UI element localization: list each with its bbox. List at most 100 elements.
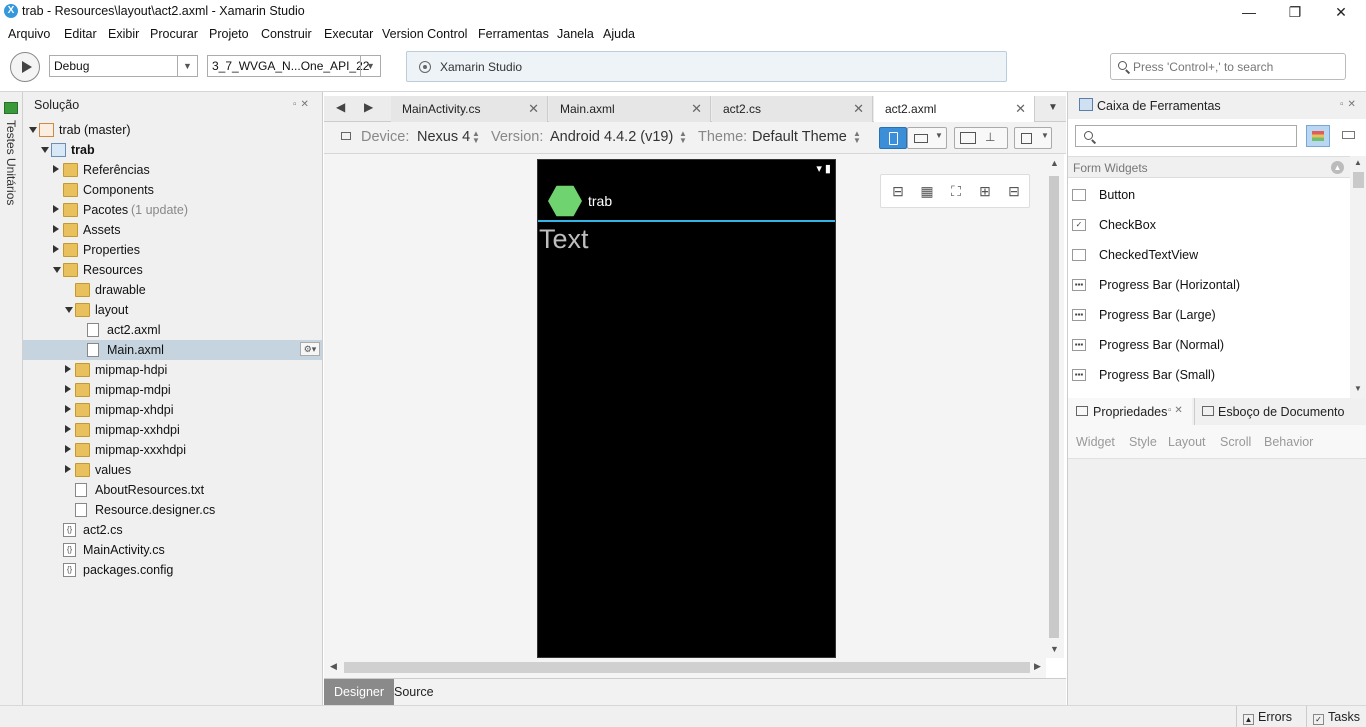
portrait-button[interactable]	[879, 127, 907, 149]
zoom-layout-icon[interactable]: ⊟	[890, 183, 906, 199]
tab-source[interactable]: Source	[384, 679, 444, 706]
tasks-button[interactable]: ✓ Tasks	[1306, 706, 1366, 727]
tab-list-dropdown-icon[interactable]: ▼	[1048, 102, 1058, 113]
tree-item[interactable]: mipmap-xhdpi	[23, 400, 322, 420]
device-select[interactable]: 3_7_WVGA_N...One_API_22 ▼	[207, 55, 381, 77]
collapsed-arrow-icon[interactable]	[65, 465, 71, 473]
collapsed-arrow-icon[interactable]	[65, 445, 71, 453]
list-view-button[interactable]	[1337, 125, 1361, 147]
toolbox-widget-item[interactable]: ▪▪▪ Progress Bar (Small)	[1068, 360, 1350, 390]
category-view-button[interactable]	[1306, 125, 1330, 147]
scroll-up-icon[interactable]: ▲	[1354, 158, 1362, 167]
global-search-input[interactable]: Press 'Control+,' to search	[1110, 53, 1346, 80]
tab-esboco-documento[interactable]: Esboço de Documento	[1194, 398, 1366, 425]
layout-tools-button[interactable]: ⊥	[954, 127, 1008, 149]
expanded-arrow-icon[interactable]	[29, 127, 37, 133]
collapsed-arrow-icon[interactable]	[65, 405, 71, 413]
tree-item[interactable]: trab	[23, 140, 322, 160]
close-window-button[interactable]: ✕	[1318, 2, 1364, 22]
tree-item[interactable]: mipmap-xxxhdpi	[23, 440, 322, 460]
scroll-right-icon[interactable]: ▶	[1034, 661, 1041, 672]
tab-act2-cs[interactable]: act2.cs ✕	[712, 96, 873, 122]
collapsed-arrow-icon[interactable]	[65, 365, 71, 373]
close-icon[interactable]: ✕	[691, 101, 702, 117]
close-icon[interactable]: ✕	[528, 101, 539, 117]
scroll-down-icon[interactable]: ▼	[1354, 384, 1362, 393]
toolbox-widget-item[interactable]: ▪▪▪ Progress Bar (Large)	[1068, 300, 1350, 330]
gear-icon[interactable]: ⚙▾	[300, 342, 320, 356]
tree-item[interactable]: Assets	[23, 220, 322, 240]
maximize-button[interactable]: ❐	[1272, 2, 1318, 22]
theme-value[interactable]: Default Theme	[752, 129, 847, 145]
toolbox-widget-item[interactable]: CheckedTextView	[1068, 240, 1350, 270]
textview-widget[interactable]: Text	[539, 224, 589, 255]
category-style[interactable]: Style	[1129, 435, 1157, 449]
tree-item[interactable]: Main.axml ⚙▾	[23, 340, 322, 360]
tree-item[interactable]: Components	[23, 180, 322, 200]
grid-options-button[interactable]: ▼	[1014, 127, 1052, 149]
collapse-icon[interactable]: ▲	[1331, 161, 1344, 174]
toolbox-search-input[interactable]	[1075, 125, 1297, 147]
toolbox-widget-item[interactable]: ▪▪▪ Progress Bar (Normal)	[1068, 330, 1350, 360]
version-value[interactable]: Android 4.4.2 (v19)	[550, 129, 673, 145]
horizontal-scrollbar[interactable]: ◀ ▶	[324, 658, 1046, 678]
tree-item[interactable]: AboutResources.txt	[23, 480, 322, 500]
collapsed-arrow-icon[interactable]	[65, 385, 71, 393]
zoom-in-icon[interactable]: ⊞	[977, 183, 993, 199]
zoom-actual-icon[interactable]: ▦	[919, 183, 935, 199]
tree-item[interactable]: Referências	[23, 160, 322, 180]
errors-button[interactable]: ▲ Errors	[1236, 706, 1306, 727]
menu-janela[interactable]: Janela	[557, 27, 594, 41]
expanded-arrow-icon[interactable]	[53, 267, 61, 273]
scroll-up-icon[interactable]: ▲	[1050, 158, 1059, 168]
close-icon[interactable]: ✕	[1015, 101, 1026, 117]
pane-buttons[interactable]: ▫✕	[1340, 99, 1360, 110]
menu-editar[interactable]: Editar	[64, 27, 97, 41]
pane-buttons[interactable]: ▫ ✕	[1168, 405, 1183, 416]
minimize-button[interactable]: —	[1226, 2, 1272, 22]
zoom-out-icon[interactable]: ⊟	[1006, 183, 1022, 199]
tab-act2-axml[interactable]: act2.axml ✕	[874, 96, 1035, 123]
toolbox-widget-item[interactable]: ✓ CheckBox	[1068, 210, 1350, 240]
collapsed-arrow-icon[interactable]	[53, 205, 59, 213]
toolbox-widget-item[interactable]: ▪▪▪ Progress Bar (Horizontal)	[1068, 270, 1350, 300]
android-phone-preview[interactable]: ▾ ▮ trab Text	[537, 159, 836, 658]
expanded-arrow-icon[interactable]	[65, 307, 73, 313]
tab-main-axml[interactable]: Main.axml ✕	[549, 96, 711, 122]
action-bar[interactable]: trab	[538, 160, 835, 222]
tree-item[interactable]: Pacotes (1 update)	[23, 200, 322, 220]
tree-item[interactable]: values	[23, 460, 322, 480]
scroll-thumb[interactable]	[1353, 172, 1364, 188]
collapsed-arrow-icon[interactable]	[65, 425, 71, 433]
expanded-arrow-icon[interactable]	[41, 147, 49, 153]
menu-construir[interactable]: Construir	[261, 27, 312, 41]
collapsed-arrow-icon[interactable]	[53, 245, 59, 253]
run-button[interactable]	[10, 52, 40, 82]
scroll-thumb[interactable]	[1049, 176, 1059, 638]
menu-exibir[interactable]: Exibir	[108, 27, 139, 41]
collapsed-arrow-icon[interactable]	[53, 225, 59, 233]
tree-item[interactable]: mipmap-hdpi	[23, 360, 322, 380]
vertical-scrollbar[interactable]: ▲ ▼	[1046, 154, 1064, 658]
tree-item[interactable]: Resource.designer.cs	[23, 500, 322, 520]
collapsed-arrow-icon[interactable]	[53, 165, 59, 173]
category-scroll[interactable]: Scroll	[1220, 435, 1251, 449]
unit-tests-label[interactable]: Testes Unitários	[4, 120, 18, 205]
menu-projeto[interactable]: Projeto	[209, 27, 249, 41]
category-layout[interactable]: Layout	[1168, 435, 1206, 449]
tree-item[interactable]: {} act2.cs	[23, 520, 322, 540]
tab-scroll-right-icon[interactable]: ▶	[364, 100, 373, 114]
tab-scroll-left-icon[interactable]: ◀	[336, 100, 345, 114]
tree-item[interactable]: mipmap-xxhdpi	[23, 420, 322, 440]
tree-item[interactable]: Resources	[23, 260, 322, 280]
menu-arquivo[interactable]: Arquivo	[8, 27, 50, 41]
menu-ferramentas[interactable]: Ferramentas	[478, 27, 549, 41]
menu-ajuda[interactable]: Ajuda	[603, 27, 635, 41]
unit-tests-icon[interactable]	[4, 102, 18, 114]
device-value[interactable]: Nexus 4	[417, 129, 470, 145]
tab-mainactivity-cs[interactable]: MainActivity.cs ✕	[391, 96, 548, 122]
tree-item[interactable]: drawable	[23, 280, 322, 300]
category-widget[interactable]: Widget	[1076, 435, 1115, 449]
scroll-thumb[interactable]	[344, 662, 1030, 673]
tree-item[interactable]: {} packages.config	[23, 560, 322, 580]
